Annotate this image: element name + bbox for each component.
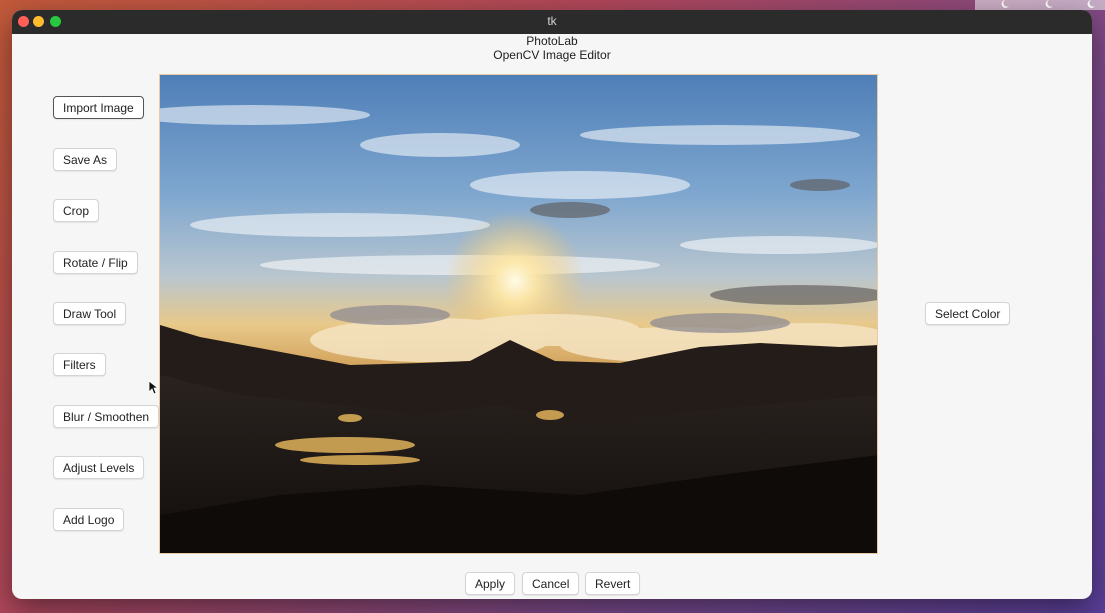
image-canvas[interactable] <box>159 74 878 554</box>
landscape-photo <box>160 75 877 553</box>
save-as-button[interactable]: Save As <box>53 148 118 171</box>
rotate-flip-button[interactable]: Rotate / Flip <box>53 251 138 274</box>
mouse-pointer-icon <box>148 380 158 395</box>
blur-smoothen-button[interactable]: Blur / Smoothen <box>53 405 160 428</box>
crescent-icon <box>1045 0 1053 8</box>
app-window: tk PhotoLab OpenCV Image Editor Import I… <box>12 10 1092 599</box>
crescent-icon <box>1087 0 1095 8</box>
app-name: PhotoLab <box>526 34 578 48</box>
title-bar[interactable]: tk <box>12 10 1092 34</box>
window-title: tk <box>547 14 557 28</box>
apply-button[interactable]: Apply <box>465 572 516 595</box>
crescent-icon <box>1001 0 1009 8</box>
add-logo-button[interactable]: Add Logo <box>53 508 125 531</box>
cancel-button[interactable]: Cancel <box>522 572 580 595</box>
select-color-button[interactable]: Select Color <box>925 302 1011 325</box>
crop-button[interactable]: Crop <box>53 199 100 222</box>
adjust-levels-button[interactable]: Adjust Levels <box>53 456 145 479</box>
draw-tool-button[interactable]: Draw Tool <box>53 302 127 325</box>
import-image-button[interactable]: Import Image <box>53 96 144 119</box>
desktop-menubar <box>975 0 1105 10</box>
revert-button[interactable]: Revert <box>585 572 641 595</box>
app-subtitle: OpenCV Image Editor <box>493 48 611 62</box>
filters-button[interactable]: Filters <box>53 353 106 376</box>
app-header: PhotoLab OpenCV Image Editor <box>12 34 1092 62</box>
